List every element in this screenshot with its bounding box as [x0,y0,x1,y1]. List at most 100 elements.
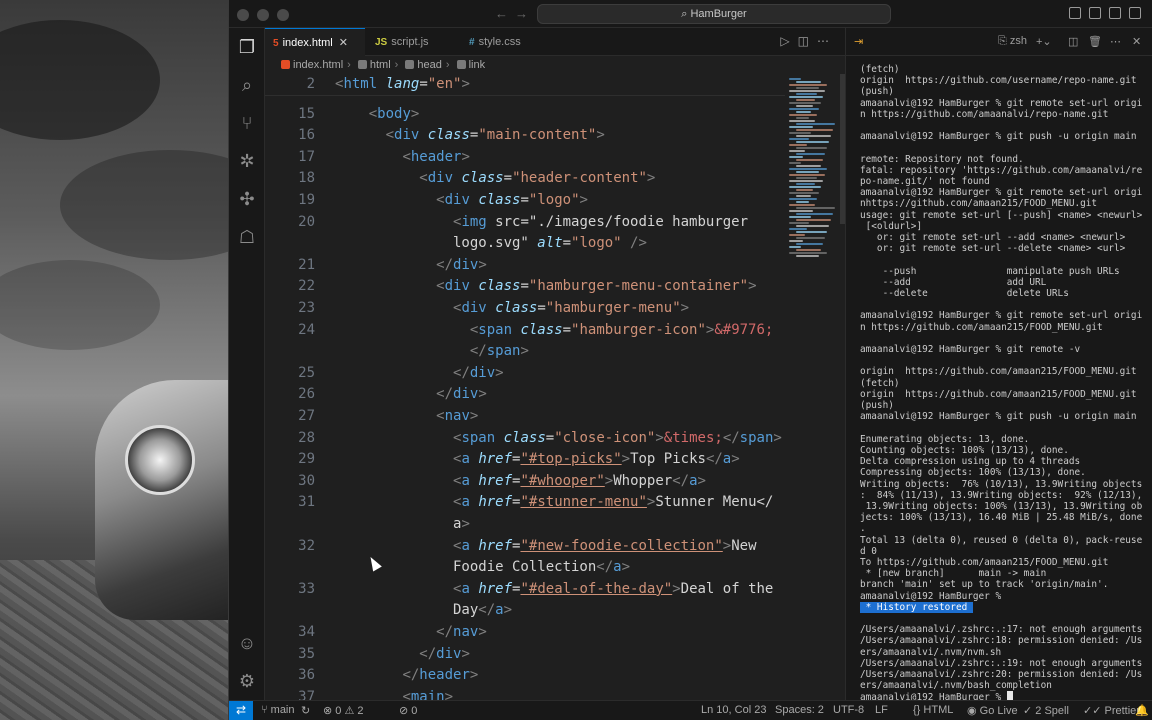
run-debug-icon[interactable]: ✲ [236,150,258,172]
code-line[interactable]: 29 <a href="#top-picks">Top Picks</a> [265,449,785,471]
minimap-line [796,87,819,89]
minimap-line [789,180,823,182]
minimap-line [796,141,829,143]
code-line[interactable]: 31 <a href="#stunner-menu">Stunner Menu<… [265,492,785,514]
cursor-position[interactable]: Ln 10, Col 23 [701,704,766,716]
close-window-button[interactable] [237,9,249,21]
code-line[interactable]: 20 <img src="./images/foodie hamburger [265,212,785,234]
minimap-line [789,186,821,188]
ports-indicator[interactable]: ⊘ 0 [399,704,417,717]
command-center-search[interactable]: ⌕ HamBurger [537,4,891,24]
code-line[interactable]: 16 <div class="main-content"> [265,125,785,147]
minimap-line [796,207,835,209]
toggle-sidebar-icon[interactable] [1069,7,1081,19]
html-file-icon: 5 [273,38,279,49]
tab-index-html[interactable]: 5 index.html ✕ [265,28,365,56]
more-actions-icon[interactable]: ⋯ [817,34,837,48]
close-panel-icon[interactable]: ✕ [1132,35,1141,48]
zoom-window-button[interactable] [277,9,289,21]
split-terminal-icon[interactable]: ◫ [1068,35,1078,48]
spell-indicator[interactable]: ✓ 2 Spell [1023,704,1069,717]
trash-icon[interactable]: 🗑 [1088,35,1102,48]
tab-script-js[interactable]: JS script.js [367,28,461,56]
code-line[interactable]: 32 <a href="#new-foodie-collection">New [265,536,785,558]
sync-icon[interactable]: ↻ [301,704,310,717]
run-icon[interactable]: ▷ [780,34,797,48]
terminal-line: (fetch) [860,64,900,75]
prettier-indicator[interactable]: ✓✓ Prettier [1083,704,1140,717]
split-editor-icon[interactable]: ◫ [798,34,817,48]
problems-indicator[interactable]: ⊗ 0 ⚠ 2 [323,704,364,717]
code-line[interactable]: 27 <nav> [265,406,785,428]
code-line[interactable]: 21 </div> [265,255,785,277]
code-line[interactable]: Day</a> [265,600,785,622]
code-line[interactable]: 37 <main> [265,687,785,700]
code-line[interactable]: 25 </div> [265,363,785,385]
code-line[interactable]: 18 <div class="header-content"> [265,168,785,190]
toggle-panel-icon[interactable] [1089,7,1101,19]
breadcrumb-item[interactable]: head [417,59,441,71]
line-ending[interactable]: LF [875,704,888,716]
back-arrow-icon[interactable]: ← [495,6,508,21]
minimap-line [796,117,809,119]
code-line[interactable]: logo.svg" alt="logo" /> [265,233,785,255]
code-line[interactable]: 30 <a href="#whooper">Whopper</a> [265,471,785,493]
source-control-icon[interactable]: ⑂ [236,112,258,134]
terminal-output[interactable]: (fetch) origin https://github.com/usernam… [860,64,1150,704]
minimap-line [789,108,819,110]
tab-style-css[interactable]: # style.css [461,28,561,56]
remote-indicator-icon[interactable]: ⇄ [229,701,253,720]
code-line[interactable]: 33 <a href="#deal-of-the-day">Deal of th… [265,579,785,601]
indentation[interactable]: Spaces: 2 [775,704,824,716]
code-line[interactable]: 17 <header> [265,147,785,169]
code-line[interactable]: </span> [265,341,785,363]
shell-selector[interactable]: ⎘ zsh [998,35,1027,48]
terminal-line: ers/amaanalvi/.nvm/bash_completion [860,680,1052,692]
minimize-window-button[interactable] [257,9,269,21]
code-editor[interactable]: 2 <html lang="en"> 15 <body> 16 <div class=… [265,74,785,700]
terminal-line: /Users/amaanalvi/.zshrc:.:17: not enough… [860,624,1143,636]
explorer-icon[interactable]: ❐ [236,36,258,58]
code-line[interactable]: 24 <span class="hamburger-icon">&#9776; [265,320,785,342]
breadcrumb-item[interactable]: index.html [293,59,343,71]
close-tab-icon[interactable]: ✕ [339,37,348,49]
code-line[interactable]: 26 </div> [265,384,785,406]
minimap-line [796,159,823,161]
code-line[interactable]: 35 </div> [265,644,785,666]
terminal-line: amaanalvi@192 HamBurger % git push -u or… [860,411,1137,423]
account-icon[interactable]: ☺ [236,632,258,654]
branch-indicator[interactable]: ⑂ main [261,704,295,716]
search-icon[interactable]: ⌕ [236,74,258,96]
code-line[interactable]: a> [265,514,785,536]
terminal-line: po-name.git/' not found [860,176,990,188]
code-line[interactable]: 28 <span class="close-icon">&times;</spa… [265,428,785,450]
extensions-icon[interactable]: ✣ [236,188,258,210]
desktop-wallpaper [0,0,230,720]
minimap-line [789,114,817,116]
toggle-secondary-sidebar-icon[interactable] [1109,7,1121,19]
spell-label: 2 Spell [1035,705,1069,717]
forward-arrow-icon[interactable]: → [515,6,528,21]
sticky-scroll-line[interactable]: 2 <html lang="en"> [265,74,785,96]
minimap-line [789,240,803,242]
go-live-button[interactable]: ◉ Go Live [967,704,1018,717]
settings-gear-icon[interactable]: ⚙ [236,670,258,692]
breadcrumb-item[interactable]: html [370,59,391,71]
code-line[interactable]: 23 <div class="hamburger-menu"> [265,298,785,320]
code-line[interactable]: 22 <div class="hamburger-menu-container"… [265,276,785,298]
more-actions-icon[interactable]: ⋯ [1110,35,1121,48]
customize-layout-icon[interactable] [1129,7,1141,19]
breadcrumb-item[interactable]: link [469,59,486,71]
terminal-line: 13.9Writing objects: 100% (13/13), 13.9W… [860,500,1143,512]
code-line[interactable]: 15 <body> [265,104,785,126]
code-line[interactable]: Foodie Collection</a> [265,557,785,579]
code-line[interactable]: 36 </header> [265,665,785,687]
notifications-bell-icon[interactable]: 🔔 [1135,704,1149,717]
minimap[interactable] [785,74,845,274]
encoding[interactable]: UTF-8 [833,704,864,716]
github-icon[interactable]: ☖ [236,226,258,248]
code-line[interactable]: 19 <div class="logo"> [265,190,785,212]
code-line[interactable]: 34 </nav> [265,622,785,644]
new-terminal-icon[interactable]: +⌄ [1036,35,1052,48]
language-mode[interactable]: {} HTML [913,704,953,716]
